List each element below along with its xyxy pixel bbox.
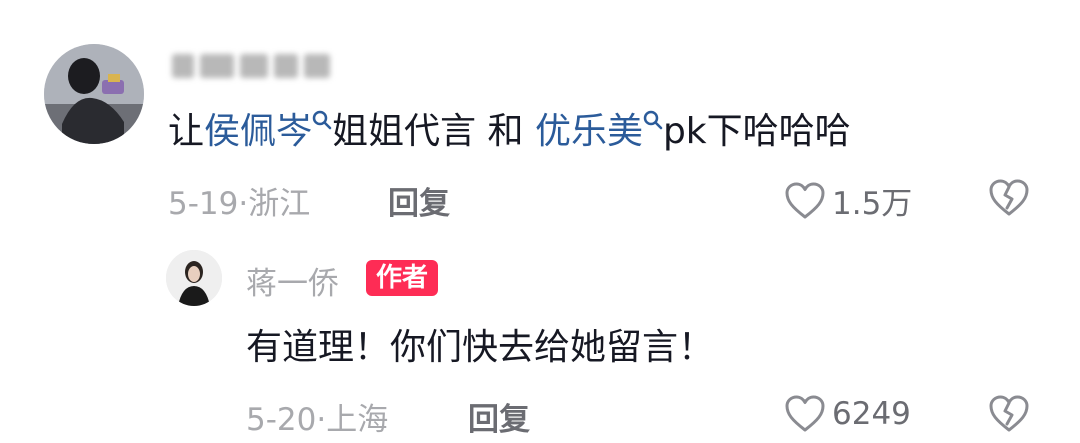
broken-heart-icon[interactable] (988, 178, 1030, 218)
author-username[interactable]: 蒋一侨 (246, 258, 339, 303)
mention-link-1[interactable]: 侯佩岑 (204, 110, 332, 152)
dislike-button[interactable] (988, 178, 1030, 222)
reply-date: 5-20 (246, 402, 317, 438)
like-count: 6249 (832, 396, 911, 432)
heart-icon[interactable] (784, 181, 826, 221)
comment-text: 让侯佩岑 姐姐代言 和 优乐美 pk下哈哈哈 (168, 108, 851, 156)
meta-separator: · (238, 186, 249, 222)
commenter-username-blurred[interactable] (172, 54, 352, 84)
comment-text-part: 姐姐代言 和 (332, 111, 524, 152)
comment-date: 5-19 (168, 186, 239, 222)
search-icon[interactable] (643, 110, 663, 132)
broken-heart-icon[interactable] (988, 394, 1030, 434)
mention-link-2[interactable]: 优乐美 (535, 110, 663, 152)
author-badge: 作者 (366, 260, 439, 296)
reply-button[interactable]: 回复 (468, 394, 530, 439)
meta-separator: · (316, 402, 327, 438)
like-count: 1.5万 (832, 186, 913, 222)
reply-text: 有道理！你们快去给她留言！ (246, 327, 715, 368)
like-button[interactable]: 1.5万 (784, 178, 912, 223)
search-icon[interactable] (312, 110, 332, 132)
reply-meta: 5-20·上海 (246, 394, 388, 439)
author-avatar[interactable] (166, 250, 222, 306)
comment-meta: 5-19·浙江 (168, 178, 310, 223)
comment-text-part: 让 (168, 111, 205, 152)
mention-link-label[interactable]: 优乐美 (535, 111, 643, 152)
comment-text-part: pk下哈哈哈 (662, 111, 851, 152)
like-button[interactable]: 6249 (784, 394, 911, 434)
mention-link-label[interactable]: 侯佩岑 (204, 111, 312, 152)
commenter-avatar[interactable] (44, 44, 144, 144)
heart-icon[interactable] (784, 394, 826, 434)
comment-location: 浙江 (248, 186, 311, 222)
reply-location: 上海 (326, 402, 389, 438)
dislike-button[interactable] (988, 394, 1030, 438)
reply-button[interactable]: 回复 (388, 178, 450, 223)
